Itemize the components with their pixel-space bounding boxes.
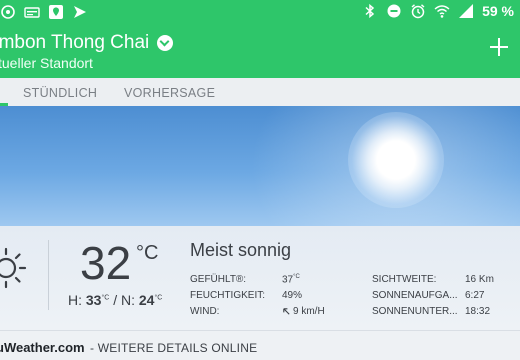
feels-like-unit: °C bbox=[293, 274, 300, 280]
high-unit: °C bbox=[101, 294, 110, 302]
sunset-label: SONNENUNTER... bbox=[372, 306, 458, 317]
location-subtitle: tueller Standort bbox=[0, 55, 93, 71]
humidity-value: 49% bbox=[282, 290, 303, 301]
sun-image bbox=[348, 112, 444, 208]
app-bar: ambon Thong Chai tueller Standort bbox=[0, 26, 520, 78]
visibility-value: 16 Km bbox=[465, 274, 494, 285]
notification-icon bbox=[1, 5, 15, 19]
feels-like-number: 37 bbox=[282, 274, 294, 286]
visibility-label: SICHTWEITE: bbox=[372, 274, 437, 285]
sunset-value: 18:32 bbox=[465, 306, 491, 317]
high-value: 33 bbox=[85, 292, 102, 308]
tab-bar: STÜNDLICH VORHERSAGE bbox=[0, 78, 520, 106]
high-low-temperature: H: 33°C / N: 24°C bbox=[68, 292, 162, 308]
bluetooth-icon bbox=[365, 3, 375, 19]
low-value: 24 bbox=[138, 292, 155, 308]
sunny-icon bbox=[0, 247, 27, 289]
tab-forecast[interactable]: VORHERSAGE bbox=[124, 86, 215, 100]
sunrise-label: SONNENAUFGA... bbox=[372, 290, 458, 301]
send-icon bbox=[74, 6, 86, 18]
brand-logo-text: uWeather.com bbox=[0, 340, 85, 355]
status-bar: 59 % bbox=[0, 0, 520, 26]
dnd-icon bbox=[387, 4, 401, 18]
weather-background-image bbox=[0, 106, 520, 226]
feels-like-value: 37°C bbox=[282, 274, 300, 285]
current-temperature: 32 bbox=[80, 237, 132, 289]
location-selector[interactable]: ambon Thong Chai bbox=[0, 32, 174, 54]
status-bar-notifications bbox=[0, 4, 88, 20]
low-unit: °C bbox=[154, 294, 163, 302]
card-icon bbox=[24, 7, 40, 18]
sunrise-value: 6:27 bbox=[465, 290, 485, 301]
wind-label: WIND: bbox=[190, 306, 220, 317]
panel-divider bbox=[48, 240, 49, 310]
humidity-label: FEUCHTIGKEIT: bbox=[190, 290, 266, 301]
current-conditions-panel[interactable]: 32 °C H: 33°C / N: 24°C Meist sonnig GEF… bbox=[0, 226, 520, 330]
signal-icon bbox=[459, 4, 474, 18]
wifi-icon bbox=[434, 5, 450, 18]
wind-value: 9 km/H bbox=[293, 306, 325, 317]
battery-level: 59 % bbox=[482, 3, 514, 19]
add-location-button[interactable] bbox=[490, 38, 508, 56]
status-bar-system: 59 % bbox=[362, 3, 514, 19]
chevron-down-icon[interactable] bbox=[157, 35, 174, 51]
low-label: / N: bbox=[113, 292, 135, 308]
high-label: H: bbox=[68, 292, 82, 308]
weather-condition: Meist sonnig bbox=[190, 240, 292, 260]
alarm-icon bbox=[411, 4, 425, 19]
more-details-link[interactable]: - WEITERE DETAILS ONLINE bbox=[90, 341, 257, 355]
temperature-unit: °C bbox=[136, 242, 159, 264]
tab-hourly[interactable]: STÜNDLICH bbox=[23, 86, 97, 100]
map-icon bbox=[49, 5, 63, 19]
footer-link[interactable]: uWeather.com - WEITERE DETAILS ONLINE bbox=[0, 330, 520, 360]
location-title[interactable]: ambon Thong Chai bbox=[0, 32, 149, 54]
wind-direction-icon bbox=[283, 308, 290, 315]
feels-like-label: GEFÜHLT®: bbox=[190, 274, 247, 285]
